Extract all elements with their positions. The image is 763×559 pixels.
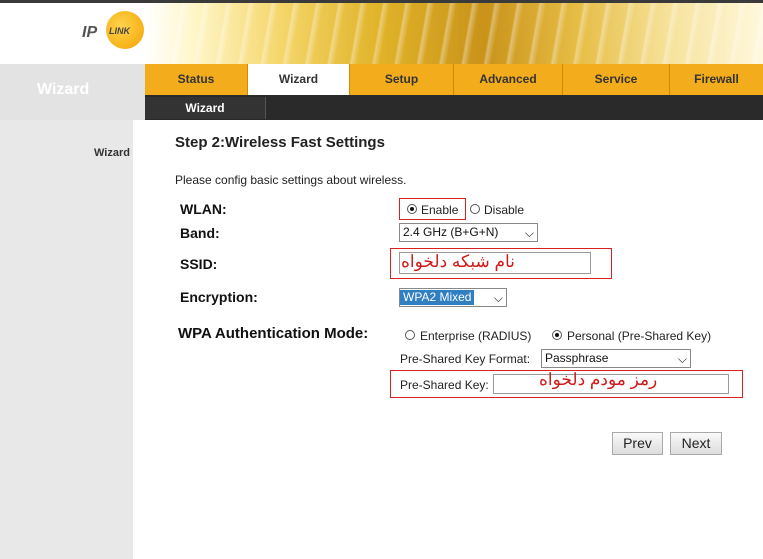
wlan-disable-label: Disable <box>484 203 525 217</box>
wlan-disable-radio[interactable] <box>470 204 480 214</box>
wpa-enterprise-radio[interactable] <box>405 330 415 340</box>
encryption-select-value: WPA2 Mixed <box>400 290 475 305</box>
logo-subtext: LINK <box>109 26 130 36</box>
tab-wizard[interactable]: Wizard <box>248 64 350 95</box>
next-button[interactable]: Next <box>670 432 722 455</box>
psk-value: رمز مودم دلخواه <box>539 370 658 389</box>
wpa-mode-label: WPA Authentication Mode: <box>178 325 369 342</box>
left-menu-item-wizard[interactable]: Wizard <box>94 147 130 159</box>
wpa-enterprise-label: Enterprise (RADIUS) <box>420 329 532 343</box>
encryption-select[interactable]: WPA2 Mixed ⌵ <box>399 288 507 307</box>
subtab-wizard[interactable]: Wizard <box>145 97 266 119</box>
ssid-value: نام شبکه دلخواه <box>401 252 515 271</box>
wpa-personal-radio[interactable] <box>552 330 562 340</box>
wlan-label: WLAN: <box>180 201 227 217</box>
psk-format-select[interactable]: Passphrase ⌵ <box>541 349 691 368</box>
psk-label: Pre-Shared Key: <box>400 378 489 392</box>
header-banner-texture <box>145 0 763 64</box>
encryption-label: Encryption: <box>180 289 258 305</box>
chevron-down-icon: ⌵ <box>493 291 503 305</box>
psk-format-label: Pre-Shared Key Format: <box>400 352 531 366</box>
wpa-personal-label: Personal (Pre-Shared Key) <box>567 329 712 343</box>
tab-advanced[interactable]: Advanced <box>454 64 563 95</box>
left-menu <box>0 120 133 559</box>
chevron-down-icon: ⌵ <box>524 226 534 240</box>
top-border <box>0 0 763 3</box>
ssid-label: SSID: <box>180 256 218 272</box>
tab-status[interactable]: Status <box>145 64 248 95</box>
band-select[interactable]: 2.4 GHz (B+G+N) ⌵ <box>399 223 538 242</box>
nav-side-title: Wizard <box>37 81 90 98</box>
band-label: Band: <box>180 225 220 241</box>
psk-format-select-value: Passphrase <box>545 351 609 365</box>
band-select-value: 2.4 GHz (B+G+N) <box>403 225 499 239</box>
page-title: Step 2:Wireless Fast Settings <box>175 134 385 151</box>
tab-setup[interactable]: Setup <box>350 64 454 95</box>
tab-service[interactable]: Service <box>563 64 670 95</box>
logo-text: IP <box>82 24 98 41</box>
wlan-enable-label: Enable <box>421 203 459 217</box>
wlan-enable-radio[interactable] <box>407 204 417 214</box>
chevron-down-icon: ⌵ <box>677 352 687 366</box>
prev-button[interactable]: Prev <box>612 432 663 455</box>
intro-text: Please config basic settings about wirel… <box>175 173 407 187</box>
tab-firewall[interactable]: Firewall <box>670 64 763 95</box>
